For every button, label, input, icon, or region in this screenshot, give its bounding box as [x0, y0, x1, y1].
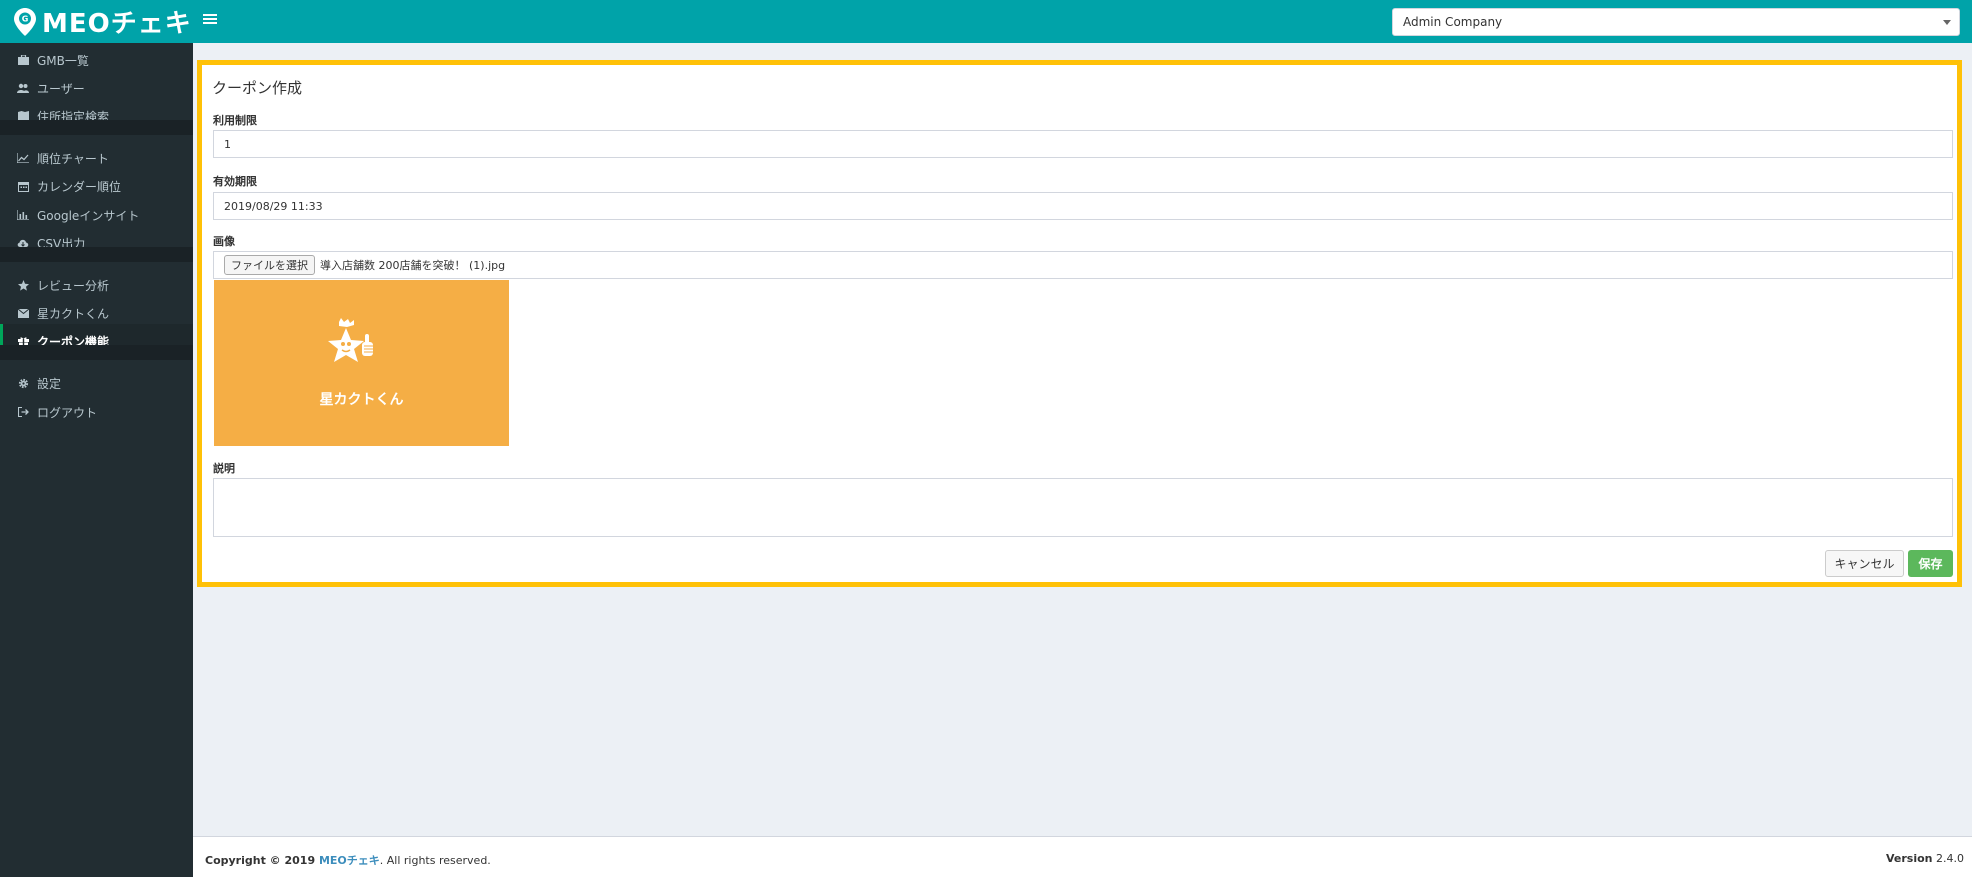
sidebar-item-label: カレンダー順位 — [37, 179, 122, 194]
image-file-input[interactable]: ファイルを選択 導入店舗数 200店舗を突破！ (1).jpg — [213, 251, 1953, 279]
star-mascot-icon — [328, 318, 373, 362]
expiry-label: 有効期限 — [213, 175, 257, 188]
top-header: G MEOチェキ Admin Company — [0, 0, 1972, 43]
company-select[interactable]: Admin Company — [1392, 8, 1960, 36]
envelope-icon — [16, 307, 30, 319]
nav-divider — [0, 247, 193, 262]
file-name: 導入店舗数 200店舗を突破！ (1).jpg — [320, 259, 506, 272]
line-chart-icon — [16, 152, 30, 164]
sidebar-item-label: 設定 — [37, 376, 62, 391]
gear-icon — [16, 377, 30, 389]
sidebar-item-label: ログアウト — [37, 405, 98, 420]
map-pin-icon: G — [14, 7, 36, 36]
sidebar-item-label: ユーザー — [37, 81, 85, 96]
briefcase-icon — [16, 54, 30, 66]
chevron-down-icon — [1943, 20, 1951, 25]
version-info: Version 2.4.0 — [1886, 852, 1964, 865]
copyright-prefix: Copyright © 2019 — [205, 854, 316, 867]
bar-chart-icon — [16, 209, 30, 221]
version-label: Version — [1885, 852, 1933, 865]
sidebar-item-label: 順位チャート — [37, 151, 109, 166]
sidebar-item-label: Googleインサイト — [37, 208, 140, 223]
star-icon — [16, 279, 30, 291]
sidebar-item-logout[interactable]: ログアウト — [0, 395, 193, 429]
sidebar-item-label: GMB一覧 — [37, 53, 89, 68]
version-value: 2.4.0 — [1936, 852, 1964, 865]
expiry-date-input[interactable]: 2019/08/29 11:33 — [213, 192, 1953, 220]
nav-divider — [0, 345, 193, 360]
save-button[interactable]: 保存 — [1908, 550, 1953, 577]
image-label: 画像 — [213, 235, 235, 248]
usage-limit-label: 利用制限 — [213, 114, 257, 127]
menu-toggle-icon[interactable] — [203, 12, 217, 26]
sign-out-icon — [16, 406, 30, 418]
choose-file-button[interactable]: ファイルを選択 — [224, 255, 315, 275]
usage-limit-value: 1 — [224, 137, 231, 151]
sidebar-item-label: レビュー分析 — [37, 278, 110, 293]
calendar-icon — [16, 180, 30, 192]
page-title: クーポン作成 — [212, 79, 303, 97]
usage-limit-input[interactable]: 1 — [213, 130, 1953, 158]
brand-link[interactable]: MEOチェキ — [319, 854, 380, 867]
page-footer: Copyright © 2019 MEOチェキ. All rights rese… — [193, 836, 1972, 877]
description-label: 説明 — [213, 462, 235, 475]
copyright: Copyright © 2019 MEOチェキ. All rights rese… — [205, 852, 491, 868]
nav-divider — [0, 120, 193, 135]
preview-caption: 星カクトくん — [319, 392, 404, 408]
users-icon — [16, 82, 30, 94]
svg-text:G: G — [22, 14, 29, 23]
cancel-button[interactable]: キャンセル — [1825, 550, 1904, 577]
company-select-value: Admin Company — [1403, 15, 1503, 29]
copyright-suffix: . All rights reserved. — [379, 854, 491, 867]
logo-text: MEOチェキ — [42, 9, 192, 39]
sidebar-item-label: 星カクトくん — [37, 306, 110, 321]
image-preview: 星カクトくん — [214, 280, 509, 446]
description-textarea[interactable] — [213, 478, 1953, 537]
sidebar: GMB一覧 ユーザー 住所指定検索 順位チャート カレンダー順位 Googleイ… — [0, 43, 193, 877]
expiry-date-value: 2019/08/29 11:33 — [224, 199, 323, 213]
app-logo[interactable]: G MEOチェキ — [0, 0, 193, 43]
